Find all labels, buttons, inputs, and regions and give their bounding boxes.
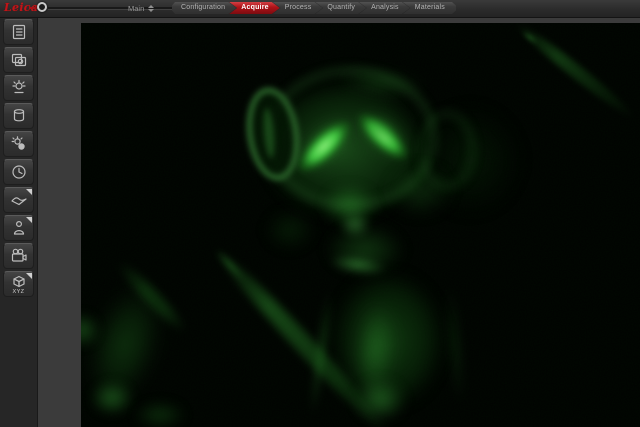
illumination-contrast-button[interactable] [3, 131, 34, 157]
tab-analysis[interactable]: Analysis [359, 2, 410, 14]
surface-zstack-button[interactable] [3, 187, 34, 213]
tab-materials[interactable]: Materials [403, 2, 456, 14]
tool-sidebar: XYZ [0, 17, 38, 427]
toolbar-slider-track[interactable] [48, 7, 183, 10]
submenu-fold-icon [26, 217, 32, 223]
camera-acquisition-button[interactable] [3, 47, 34, 73]
diagonal-streak-tip [207, 240, 254, 289]
submenu-fold-icon [26, 273, 32, 279]
user-button[interactable] [3, 215, 34, 241]
tab-process[interactable]: Process [273, 2, 323, 14]
movie-camera-icon [10, 247, 28, 265]
fish-cheek-glow [375, 155, 465, 225]
tab-configuration[interactable]: Configuration [172, 2, 236, 14]
spinner-down-icon[interactable] [148, 9, 154, 12]
experiment-list-button[interactable] [3, 19, 34, 45]
lamp-icon [10, 79, 28, 97]
submenu-fold-icon [26, 189, 32, 195]
user-icon [10, 219, 28, 237]
movie-button[interactable] [3, 243, 34, 269]
xyz-stage-label: XYZ [4, 289, 33, 295]
timer-button[interactable] [3, 159, 34, 185]
workspace-selector-value: Main [128, 4, 144, 13]
surface-zstack-icon [10, 191, 28, 209]
tab-quantify[interactable]: Quantify [315, 2, 366, 14]
image-viewport[interactable] [81, 23, 640, 427]
camera-icon [10, 51, 28, 69]
second-fish-lower-glow [125, 397, 195, 427]
timer-icon [10, 163, 28, 181]
workspace-spinner[interactable] [148, 5, 154, 12]
objective-carousel-button[interactable] [3, 103, 34, 129]
xyz-stage-button[interactable]: XYZ [3, 271, 34, 297]
toolbar-slider-knob[interactable] [37, 2, 47, 12]
tab-acquire[interactable]: Acquire [229, 2, 279, 14]
objective-carousel-icon [10, 107, 28, 125]
spinner-up-icon[interactable] [148, 5, 154, 8]
experiment-list-icon [10, 23, 28, 41]
lamp-button[interactable] [3, 75, 34, 101]
top-toolbar: Leica Main Configuration Acquire Process… [0, 0, 640, 18]
application-window: { "header": { "brand": "Leica", "workspa… [0, 0, 640, 427]
workflow-tab-bar: Configuration Acquire Process Quantify A… [172, 2, 456, 14]
illumination-contrast-icon [10, 135, 28, 153]
workspace-selector[interactable]: Main [128, 2, 154, 14]
